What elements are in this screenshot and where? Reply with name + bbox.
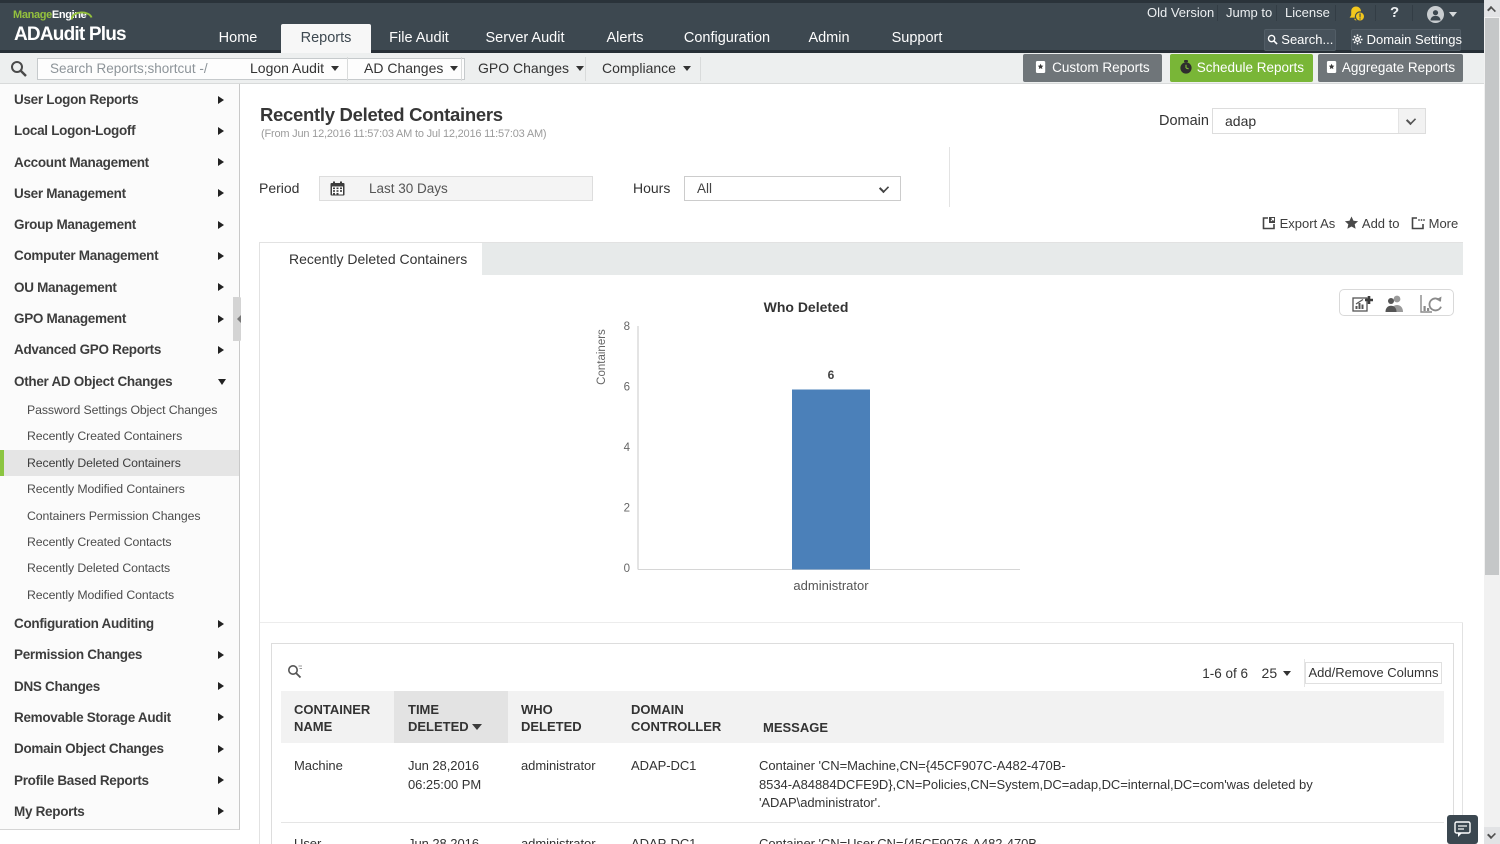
svg-text:0: 0	[624, 563, 630, 575]
svg-text:Containers: Containers	[596, 329, 608, 385]
svg-text:6: 6	[828, 368, 835, 382]
svg-text:administrator: administrator	[793, 578, 869, 593]
svg-text:8: 8	[624, 321, 630, 333]
svg-text:6: 6	[624, 382, 630, 394]
svg-text:4: 4	[624, 442, 631, 454]
svg-text:2: 2	[624, 503, 630, 515]
svg-text:!: !	[1359, 12, 1362, 22]
